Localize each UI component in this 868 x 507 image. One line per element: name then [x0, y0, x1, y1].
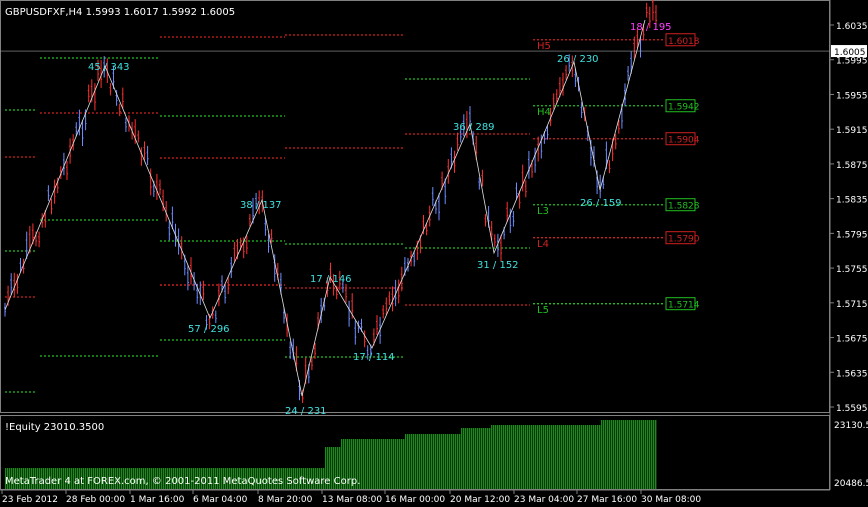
time-tick-label: 20 Mar 12:00 — [450, 495, 510, 505]
level-tag: H5 — [537, 41, 551, 52]
zigzag-label: 45 / 343 — [88, 62, 130, 73]
pivot-level-label: 1.5790 — [668, 235, 700, 245]
chart-title: GBPUSDFXF,H4 1.5993 1.6017 1.5992 1.6005 — [5, 7, 235, 18]
level-tag: L3 — [537, 206, 549, 217]
time-tick-label: 6 Mar 04:00 — [193, 495, 248, 505]
zigzag-labels: 45 / 343 57 / 296 38 / 137 24 / 231 17 / 146… — [88, 22, 672, 417]
zigzag-label: 24 / 231 — [285, 406, 327, 417]
time-tick-label: 27 Mar 16:00 — [577, 495, 637, 505]
copyright-text: MetaTrader 4 at FOREX.com, © 2001-2011 M… — [5, 476, 360, 487]
price-tick-label: 1.5675 — [836, 335, 868, 345]
price-tick-label: 1.5835 — [836, 196, 868, 206]
price-tick-label: 1.5795 — [836, 230, 868, 240]
price-tick-label: 1.5715 — [836, 300, 868, 310]
price-chart[interactable]: 1.6018 1.5942 1.5904 1.5828 1.5790 1.5714 H5 H4… — [0, 0, 868, 507]
pivot-level-label: 1.5904 — [668, 136, 700, 146]
zigzag-label: 36 / 289 — [453, 122, 495, 133]
time-tick-label: 1 Mar 16:00 — [130, 495, 185, 505]
time-tick-label: 23 Mar 04:00 — [514, 495, 574, 505]
pivot-level-label: 1.5714 — [668, 301, 700, 311]
zigzag-label: 38 / 137 — [240, 200, 282, 211]
zigzag-label: 17 / 146 — [310, 274, 352, 285]
price-tick-label: 1.5595 — [836, 404, 868, 414]
level-tag: H4 — [537, 107, 551, 118]
current-price-label: 1.6005 — [834, 48, 866, 58]
price-tick-label: 1.5955 — [836, 91, 868, 101]
pivot-level-label: 1.5828 — [668, 202, 700, 212]
time-tick-label: 13 Mar 08:00 — [322, 495, 382, 505]
price-tick-label: 1.5635 — [836, 369, 868, 379]
time-tick-label: 30 Mar 08:00 — [641, 495, 701, 505]
level-tag: L4 — [537, 239, 549, 250]
time-axis: 23 Feb 2012 28 Feb 00:00 1 Mar 16:00 6 Mar … — [1, 490, 701, 505]
zigzag-label: 18 / 195 — [630, 22, 672, 33]
price-tick-label: 1.6035 — [836, 22, 868, 32]
price-axis: 1.6035 1.5995 1.5955 1.5915 1.5875 1.5835 1.57… — [0, 22, 868, 414]
time-tick-label: 23 Feb 2012 — [2, 495, 58, 505]
zigzag-label: 57 / 296 — [188, 324, 230, 335]
pivot-level-lines: 1.6018 1.5942 1.5904 1.5828 1.5790 1.5714 H5 H4… — [5, 33, 700, 393]
zigzag-label: 26 / 159 — [580, 198, 622, 209]
time-tick-label: 8 Mar 20:00 — [258, 495, 313, 505]
equity-axis-bottom: 20486.5 — [834, 479, 868, 489]
level-tag: L5 — [537, 305, 549, 316]
price-tick-label: 1.5915 — [836, 126, 868, 136]
chart-window[interactable]: 1.6018 1.5942 1.5904 1.5828 1.5790 1.5714 H5 H4… — [0, 0, 868, 507]
zigzag-line — [4, 19, 646, 397]
pivot-level-label: 1.6018 — [668, 37, 700, 47]
equity-axis-top: 23130.5 — [834, 421, 868, 431]
price-tick-label: 1.5875 — [836, 161, 868, 171]
zigzag-label: 26 / 230 — [557, 54, 599, 65]
price-tick-label: 1.5755 — [836, 265, 868, 275]
time-tick-label: 16 Mar 00:00 — [385, 495, 445, 505]
time-tick-label: 28 Feb 00:00 — [66, 495, 125, 505]
zigzag-label: 31 / 152 — [477, 260, 519, 271]
equity-title: !Equity 23010.3500 — [5, 422, 104, 433]
pivot-level-label: 1.5942 — [668, 103, 700, 113]
price-tick-label: 1.5995 — [836, 57, 868, 67]
zigzag-label: 17 / 114 — [353, 352, 395, 363]
